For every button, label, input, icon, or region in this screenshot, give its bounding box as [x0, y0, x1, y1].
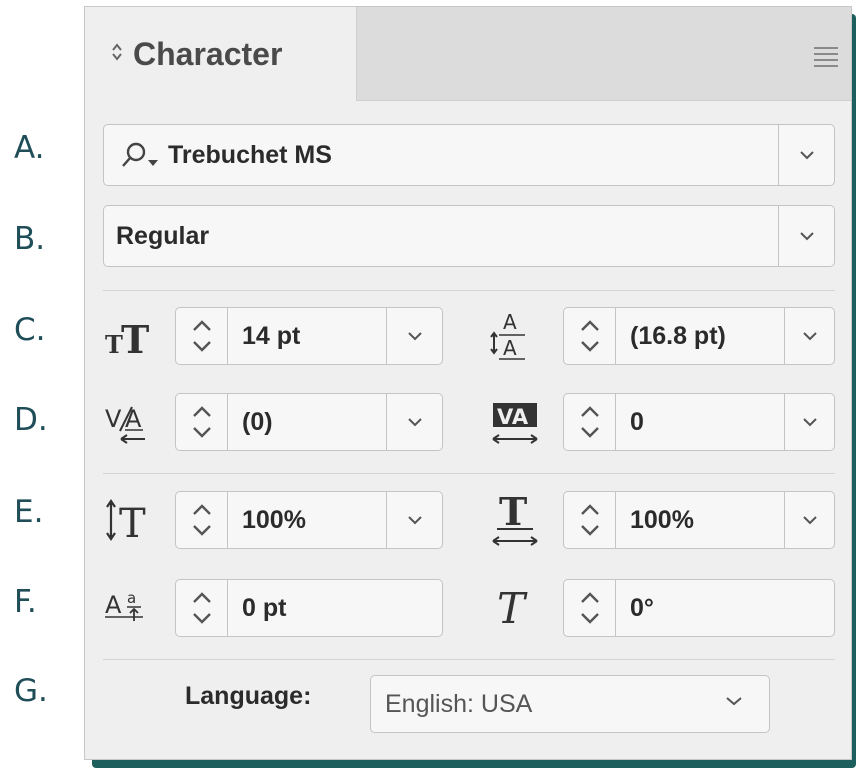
language-label: Language: — [185, 682, 312, 710]
svg-text:T: T — [499, 489, 527, 534]
svg-text:T: T — [119, 501, 146, 547]
tracking-chevron-icon[interactable] — [784, 394, 834, 450]
vertical-scale-icon: T — [103, 489, 169, 547]
kerning-spinner-icon[interactable] — [176, 394, 228, 450]
annotation-d: D. — [14, 402, 48, 438]
skew-value[interactable]: 0° — [630, 580, 654, 636]
svg-text:T: T — [121, 317, 149, 362]
horizontal-scale-icon: T — [489, 487, 555, 546]
svg-text:A: A — [503, 336, 517, 360]
vertical-scale-value[interactable]: 100% — [242, 492, 306, 548]
svg-text:a: a — [127, 589, 136, 607]
svg-text:A: A — [503, 310, 517, 334]
annotation-g: G. — [14, 673, 48, 709]
panel-title: Character — [133, 35, 283, 72]
vertical-scale-field[interactable]: 100% — [175, 491, 443, 549]
font-size-chevron-icon[interactable] — [386, 308, 442, 364]
annotation-f: F. — [14, 584, 37, 620]
divider — [103, 473, 835, 474]
tab-character[interactable]: Character — [85, 7, 357, 101]
search-icon[interactable] — [114, 139, 162, 178]
tracking-field[interactable]: 0 — [563, 393, 835, 451]
font-style-dropdown[interactable]: Regular — [103, 205, 835, 267]
font-size-value[interactable]: 14 pt — [242, 308, 300, 364]
kerning-icon: V A — [105, 393, 171, 449]
annotation-b: B. — [14, 221, 46, 257]
horizontal-scale-chevron-icon[interactable] — [784, 492, 834, 548]
font-size-icon: T T — [103, 307, 169, 363]
svg-text:VA: VA — [497, 405, 529, 429]
annotation-c: C. — [14, 312, 46, 348]
svg-text:T: T — [497, 584, 528, 633]
font-family-chevron-icon[interactable] — [778, 125, 834, 185]
leading-value[interactable]: (16.8 pt) — [630, 308, 726, 364]
vertical-scale-chevron-icon[interactable] — [386, 492, 442, 548]
baseline-shift-icon: A a — [105, 579, 171, 635]
divider — [103, 659, 835, 660]
leading-chevron-icon[interactable] — [784, 308, 834, 364]
skew-field[interactable]: 0° — [563, 579, 835, 637]
tracking-value[interactable]: 0 — [630, 394, 644, 450]
font-size-spinner-icon[interactable] — [176, 308, 228, 364]
collapse-chevron-icon[interactable] — [111, 42, 123, 67]
font-family-dropdown[interactable]: Trebuchet MS — [103, 124, 835, 186]
kerning-field[interactable]: (0) — [175, 393, 443, 451]
svg-text:A: A — [105, 591, 122, 619]
panel-tab-bar: Character — [85, 7, 851, 101]
leading-field[interactable]: (16.8 pt) — [563, 307, 835, 365]
skew-spinner-icon[interactable] — [564, 580, 616, 636]
character-panel: Character Trebuchet MS Regular T T 14 pt… — [84, 6, 852, 760]
svg-text:A: A — [125, 405, 142, 433]
horizontal-scale-value[interactable]: 100% — [630, 492, 694, 548]
leading-spinner-icon[interactable] — [564, 308, 616, 364]
language-chevron-icon[interactable] — [725, 694, 743, 712]
svg-text:V: V — [105, 405, 122, 433]
skew-icon: T — [493, 577, 559, 633]
kerning-value[interactable]: (0) — [242, 394, 273, 450]
baseline-shift-value[interactable]: 0 pt — [242, 580, 286, 636]
divider — [103, 290, 835, 291]
language-value: English: USA — [385, 690, 533, 718]
font-size-field[interactable]: 14 pt — [175, 307, 443, 365]
kerning-chevron-icon[interactable] — [386, 394, 442, 450]
horizontal-scale-field[interactable]: 100% — [563, 491, 835, 549]
tracking-spinner-icon[interactable] — [564, 394, 616, 450]
font-family-value: Trebuchet MS — [168, 141, 332, 169]
baseline-shift-spinner-icon[interactable] — [176, 580, 228, 636]
vertical-scale-spinner-icon[interactable] — [176, 492, 228, 548]
tracking-icon: VA — [487, 393, 553, 449]
font-style-value: Regular — [116, 222, 210, 250]
horizontal-scale-spinner-icon[interactable] — [564, 492, 616, 548]
panel-menu-icon[interactable] — [814, 47, 838, 71]
annotation-e: E. — [14, 494, 44, 530]
font-style-chevron-icon[interactable] — [778, 206, 834, 266]
leading-icon: A A — [485, 305, 551, 361]
annotation-a: A. — [14, 130, 45, 166]
baseline-shift-field[interactable]: 0 pt — [175, 579, 443, 637]
language-dropdown[interactable]: English: USA — [370, 675, 770, 733]
